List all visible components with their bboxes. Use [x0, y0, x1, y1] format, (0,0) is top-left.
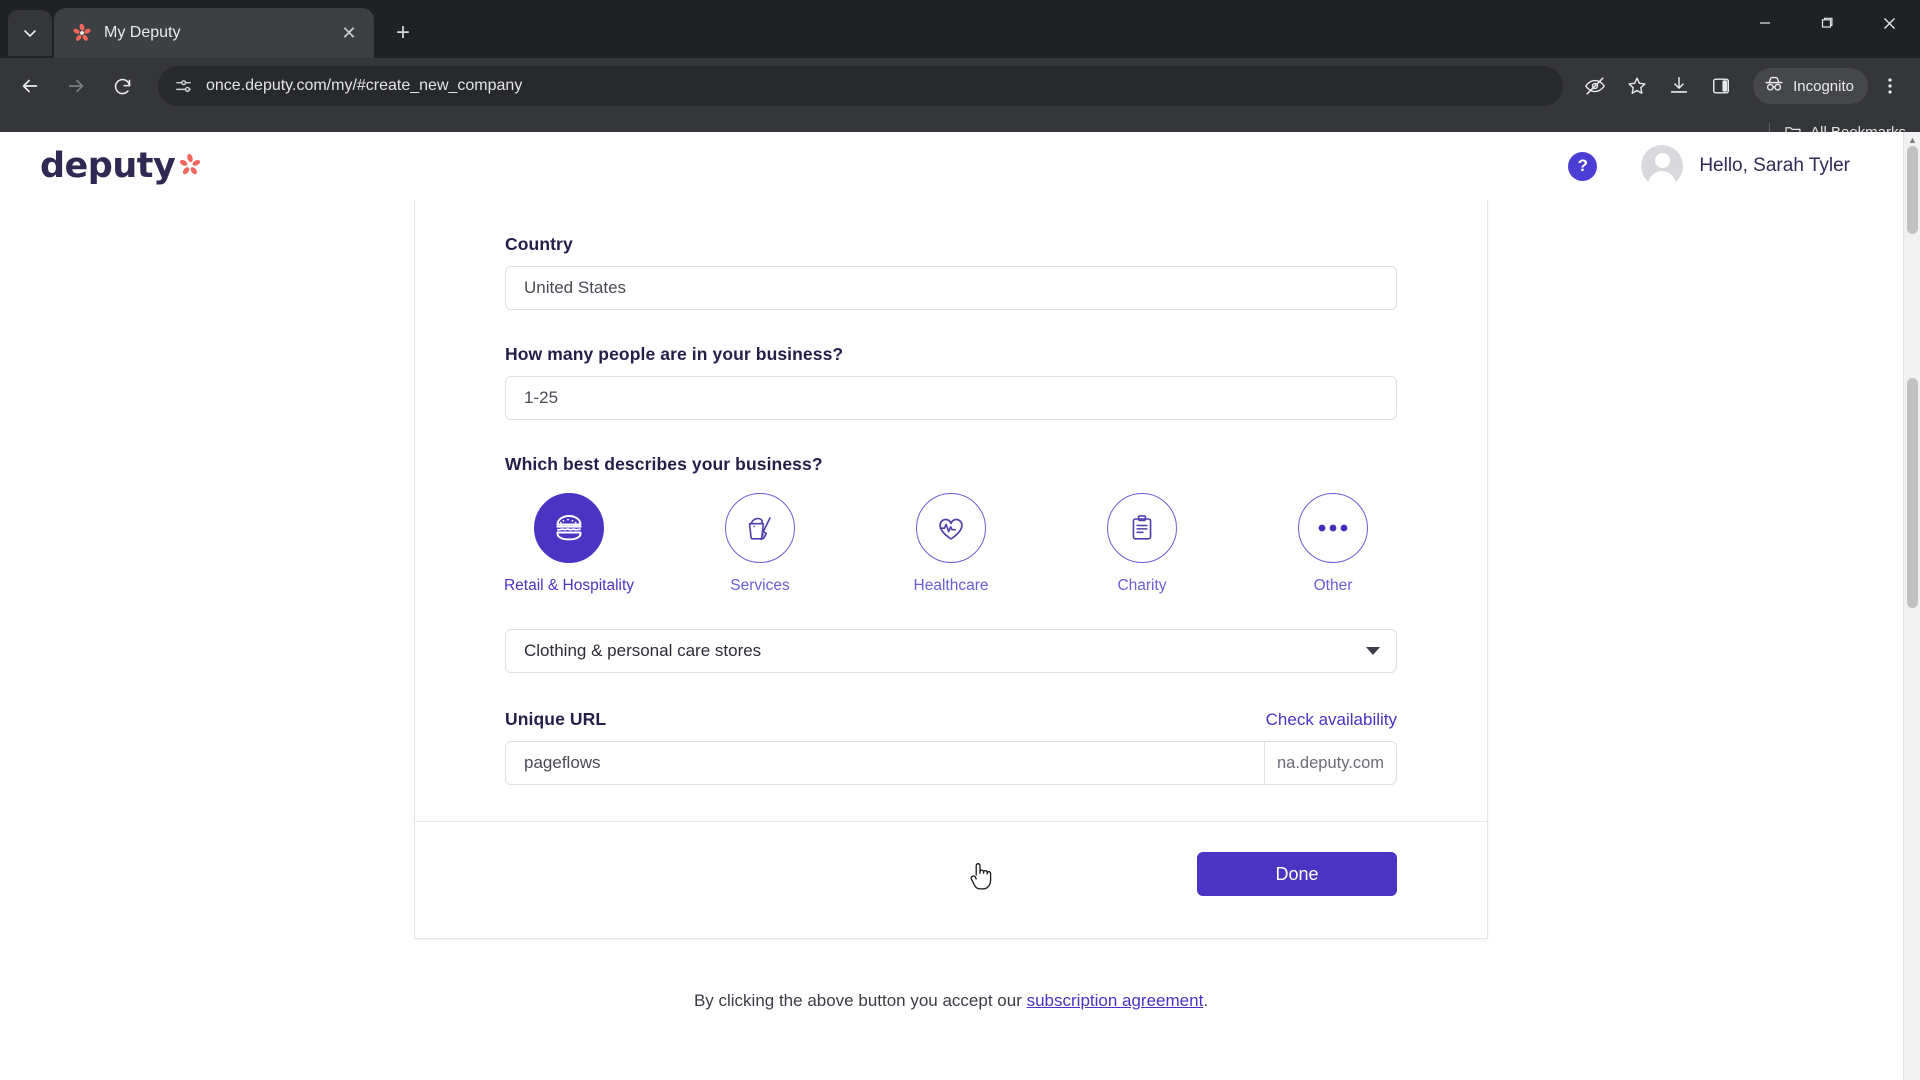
form-card-wrap: Country United States How many people ar…	[0, 200, 1902, 939]
three-dot-menu-icon[interactable]	[1870, 66, 1910, 106]
create-company-card: Country United States How many people ar…	[414, 200, 1488, 939]
unique-url-header: Unique URL Check availability	[505, 709, 1397, 730]
close-window-button[interactable]	[1858, 0, 1920, 46]
business-option-healthcare[interactable]: Healthcare	[887, 493, 1015, 595]
browser-window: My Deputy ✕ + once.deputy.com/my/#create…	[0, 0, 1920, 1080]
user-avatar-icon[interactable]	[1641, 145, 1684, 187]
tab-title: My Deputy	[104, 24, 181, 41]
business-option-label: Services	[730, 577, 790, 594]
tab-strip: My Deputy ✕ +	[0, 0, 1920, 58]
page-viewport: deputy ? Hello, Sarah Tyler Country Unit…	[0, 132, 1920, 1080]
header-right: ? Hello, Sarah Tyler	[1568, 145, 1850, 187]
industry-select[interactable]: Clothing & personal care stores	[505, 629, 1397, 673]
legal-suffix: .	[1203, 991, 1209, 1010]
unique-url-suffix: na.deputy.com	[1264, 742, 1396, 784]
business-option-label: Healthcare	[913, 577, 989, 594]
done-button[interactable]: Done	[1197, 852, 1397, 896]
scroll-up-arrow[interactable]: ▲	[1908, 135, 1917, 145]
site-settings-icon[interactable]	[172, 75, 194, 97]
incognito-hat-icon	[1763, 73, 1785, 100]
industry-select-value: Clothing & personal care stores	[524, 641, 762, 660]
browser-toolbar: once.deputy.com/my/#create_new_company I…	[0, 58, 1920, 114]
subscription-agreement-link[interactable]: subscription agreement	[1027, 991, 1204, 1010]
side-panel-icon[interactable]	[1701, 66, 1741, 106]
business-option-retail-hospitality[interactable]: Retail & Hospitality	[503, 493, 635, 595]
browser-tab[interactable]: My Deputy ✕	[54, 8, 374, 58]
chevron-down-icon	[1366, 647, 1380, 655]
window-controls	[1734, 0, 1920, 46]
reload-icon[interactable]	[102, 66, 142, 106]
country-input[interactable]: United States	[505, 266, 1397, 310]
business-option-other[interactable]: Other	[1269, 493, 1397, 595]
mouse-cursor	[968, 860, 994, 894]
tab-search-button[interactable]	[8, 10, 52, 56]
legal-text: By clicking the above button you accept …	[0, 991, 1902, 1011]
business-option-services[interactable]: Services	[696, 493, 824, 595]
legal-prefix: By clicking the above button you accept …	[693, 991, 1027, 1010]
app-header: deputy ? Hello, Sarah Tyler	[0, 132, 1902, 200]
new-tab-button[interactable]: +	[384, 14, 422, 52]
check-availability-link[interactable]: Check availability	[1266, 710, 1397, 730]
business-type-label: Which best describes your business?	[505, 454, 823, 474]
mop-bucket-icon	[725, 493, 795, 563]
card-body: Country United States How many people ar…	[415, 200, 1487, 821]
ellipsis-icon	[1298, 493, 1368, 563]
people-label: How many people are in your business?	[505, 344, 844, 364]
greeting-text: Hello, Sarah Tyler	[1699, 155, 1850, 176]
industry-select-row: Clothing & personal care stores	[505, 629, 1397, 673]
url-text: once.deputy.com/my/#create_new_company	[206, 77, 523, 94]
logo-wordmark: deputy	[40, 146, 176, 186]
deputy-star-icon	[72, 23, 92, 43]
business-option-charity[interactable]: Charity	[1078, 493, 1206, 595]
burger-icon	[534, 493, 604, 563]
unique-url-group: pageflows na.deputy.com	[505, 741, 1397, 785]
star-icon[interactable]	[1617, 66, 1657, 106]
help-icon[interactable]: ?	[1568, 151, 1598, 181]
card-footer: Done	[415, 822, 1487, 938]
business-option-label: Retail & Hospitality	[503, 577, 635, 594]
incognito-indicator[interactable]: Incognito	[1753, 68, 1868, 104]
deputy-logo[interactable]: deputy	[40, 146, 202, 186]
country-label: Country	[505, 234, 573, 254]
forward-arrow-icon[interactable]	[56, 66, 96, 106]
clipboard-icon	[1107, 493, 1177, 563]
business-option-label: Other	[1313, 577, 1353, 594]
deputy-star-icon	[178, 153, 202, 177]
download-icon[interactable]	[1659, 66, 1699, 106]
scrollbar-thumb[interactable]	[1907, 378, 1918, 608]
close-icon[interactable]: ✕	[336, 20, 362, 46]
vertical-scrollbar[interactable]: ▲	[1903, 132, 1920, 1080]
address-bar[interactable]: once.deputy.com/my/#create_new_company	[158, 66, 1564, 106]
back-arrow-icon[interactable]	[10, 66, 50, 106]
toolbar-actions: Incognito	[1573, 66, 1910, 106]
chevron-down-icon	[24, 30, 36, 37]
deputy-page: deputy ? Hello, Sarah Tyler Country Unit…	[0, 132, 1902, 1011]
unique-url-label: Unique URL	[505, 709, 607, 729]
heart-pulse-icon	[916, 493, 986, 563]
unique-url-input[interactable]: pageflows	[506, 742, 1264, 784]
people-count-input[interactable]: 1-25	[505, 376, 1397, 420]
business-type-options: Retail & Hospitality Services Healthcare…	[503, 493, 1397, 595]
scrollbar-thumb-top[interactable]	[1907, 146, 1918, 234]
maximize-button[interactable]	[1796, 0, 1858, 46]
minimize-button[interactable]	[1734, 0, 1796, 46]
eye-off-icon[interactable]	[1575, 66, 1615, 106]
business-option-label: Charity	[1117, 577, 1167, 594]
incognito-label: Incognito	[1793, 77, 1854, 95]
